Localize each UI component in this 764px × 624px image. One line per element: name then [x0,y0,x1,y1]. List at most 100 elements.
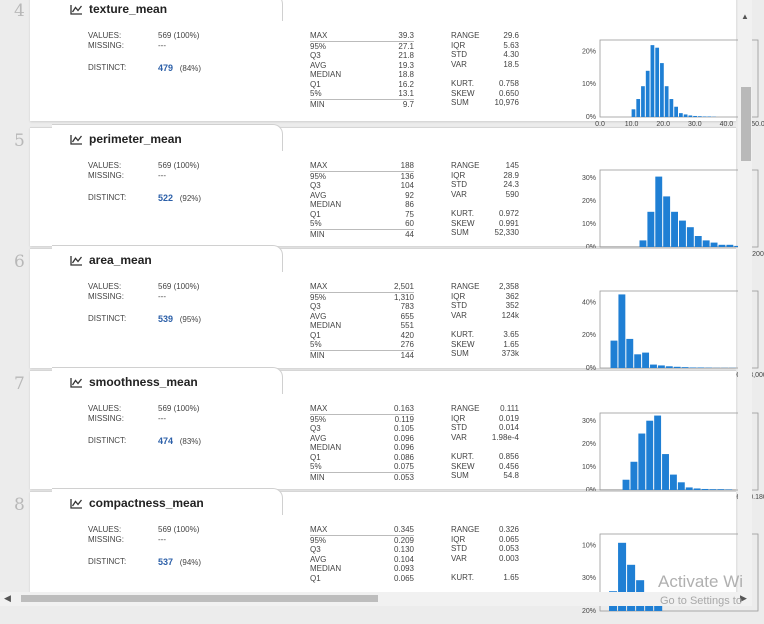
histogram-bar[interactable] [632,109,636,117]
histogram-bar[interactable] [703,116,707,117]
values-label: VALUES: [88,525,158,535]
dispersion-stats: RANGE2,358IQR362STD352VAR124kKURT.3.65SK… [451,282,519,359]
distinct-count[interactable]: 522 [158,193,173,203]
stat-label: STD [451,180,467,190]
histogram-bar[interactable] [717,489,724,490]
histogram-bar[interactable] [651,45,655,117]
histogram-bar[interactable] [726,245,733,247]
stat-value: 0.105 [394,424,414,434]
stat-row: VAR18.5 [451,60,519,70]
histogram-bar[interactable] [650,365,657,368]
histogram-bar[interactable] [671,212,678,247]
stat-row: Q30.105 [310,424,414,434]
histogram-bar[interactable] [665,86,669,117]
histogram-bar[interactable] [638,434,645,490]
stat-row: MIN0.053 [310,472,414,483]
distinct-count[interactable]: 539 [158,314,173,324]
histogram-bar[interactable] [623,480,630,490]
histogram-bar[interactable] [703,240,710,247]
variable-title[interactable]: perimeter_mean [70,132,182,146]
stat-value: 1,310 [394,293,414,303]
activate-windows-hint: Go to Settings to [660,595,742,607]
histogram-bar[interactable] [711,243,718,247]
stat-row: MEDIAN86 [310,200,414,210]
histogram-bar[interactable] [694,488,701,490]
y-tick-label: 10% [582,542,596,549]
summary-column: VALUES:569 (100%)MISSING:---DISTINCT:539… [88,282,228,325]
horizontal-scroll-thumb[interactable] [21,595,378,602]
histogram-bar[interactable] [707,116,711,117]
histogram-bar[interactable] [660,63,664,117]
summary-column: VALUES:569 (100%)MISSING:---DISTINCT:522… [88,161,228,204]
stat-label: SKEW [451,340,475,350]
stat-value: 144 [401,351,414,361]
histogram-bar[interactable] [693,116,697,117]
scroll-up-arrow-icon[interactable]: ▲ [741,12,749,21]
histogram-bar[interactable] [654,416,661,490]
distinct-count[interactable]: 474 [158,436,173,446]
histogram-bar[interactable] [725,489,732,490]
histogram-bar[interactable] [670,475,677,490]
histogram-bar[interactable] [611,341,618,368]
distinct-count[interactable]: 479 [158,63,173,73]
histogram-bar[interactable] [682,367,689,368]
distinct-pct: (83%) [180,437,201,446]
histogram-bar[interactable] [679,113,683,117]
variable-title[interactable]: area_mean [70,253,152,267]
histogram-bar[interactable] [709,489,716,490]
stat-value: 0.096 [394,434,414,444]
histogram-bar[interactable] [678,482,685,490]
histogram-bar[interactable] [679,221,686,247]
stat-value: 590 [506,190,519,200]
histogram-bar[interactable] [655,48,659,117]
histogram-bar[interactable] [698,116,702,117]
histogram-bar[interactable] [658,365,665,368]
chart-line-icon [70,134,83,145]
histogram-bar[interactable] [642,353,649,368]
vertical-scroll-thumb[interactable] [741,87,751,161]
histogram-bar[interactable] [641,86,645,117]
histogram-bar[interactable] [646,71,650,117]
stat-value: 86 [405,200,414,210]
histogram-bar[interactable] [636,99,640,117]
histogram-bar[interactable] [686,487,693,490]
histogram-bar[interactable] [690,367,697,368]
variable-title[interactable]: compactness_mean [70,496,204,510]
histogram-bar[interactable] [695,236,702,247]
stat-label: IQR [451,41,465,51]
variable-title[interactable]: smoothness_mean [70,375,198,389]
histogram-bar[interactable] [674,107,678,117]
histogram-bar[interactable] [687,227,694,247]
variable-title[interactable]: texture_mean [70,2,167,16]
y-tick-label: 30% [582,575,596,582]
histogram-bar[interactable] [697,367,704,368]
histogram-bar[interactable] [662,454,669,490]
variable-index: 7 [14,374,30,394]
histogram-bar[interactable] [702,489,709,490]
histogram-bar[interactable] [646,421,653,490]
histogram-bar[interactable] [626,339,633,368]
histogram-bar[interactable] [618,294,625,368]
stat-row: IQR0.065 [451,535,519,545]
histogram-bar[interactable] [670,99,674,117]
stat-row: IQR5.63 [451,41,519,51]
histogram-bar[interactable] [630,462,637,490]
histogram-bar[interactable] [666,366,673,368]
stat-row: STD352 [451,301,519,311]
histogram-bar[interactable] [688,115,692,117]
scroll-left-arrow-icon[interactable]: ◀ [4,593,11,604]
y-tick-label: 20% [582,198,596,205]
stat-row: 95%27.1 [310,42,414,52]
stat-row: KURT.3.65 [451,330,519,340]
histogram-bar[interactable] [640,240,647,247]
stat-row: SKEW0.650 [451,89,519,99]
histogram-bar[interactable] [647,212,654,247]
histogram-bar[interactable] [663,196,670,247]
histogram-bar[interactable] [634,354,641,368]
histogram-bar[interactable] [684,114,688,117]
histogram-bar[interactable] [674,367,681,368]
histogram-bar[interactable] [719,245,726,247]
distinct-count[interactable]: 537 [158,557,173,567]
histogram-bar[interactable] [655,177,662,247]
histogram: 0%10%20%30%0.0400.0600.0800.1000.1200.14… [578,403,764,503]
